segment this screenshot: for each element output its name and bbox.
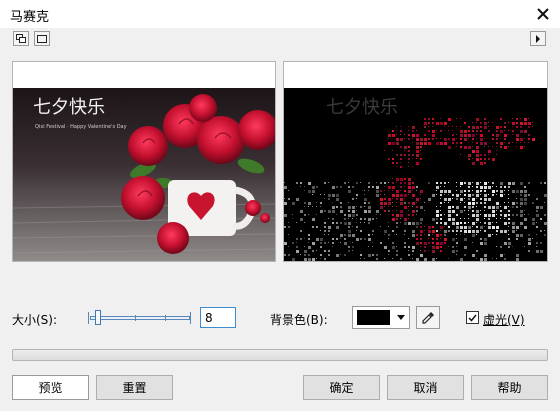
- eyedropper-icon: [422, 311, 434, 324]
- split-view-button[interactable]: [13, 31, 29, 46]
- chevron-down-icon[interactable]: [393, 308, 409, 327]
- slider-tick: [165, 315, 166, 321]
- title-bar: 马赛克: [0, 0, 560, 28]
- checkmark-icon: [468, 314, 477, 322]
- ok-button[interactable]: 确定: [303, 375, 380, 400]
- bg-color-label: 背景色(B):: [270, 313, 328, 327]
- progress-bar: [12, 349, 548, 361]
- vignette-checkbox[interactable]: [466, 311, 479, 324]
- reset-button[interactable]: 重置: [96, 375, 173, 400]
- bg-color-picker[interactable]: [352, 306, 410, 329]
- result-caption: 七夕快乐: [326, 97, 398, 118]
- slider-tick-max: [190, 312, 191, 324]
- original-subcaption: Qixi Festival · Happy Valentine's Day: [35, 124, 127, 130]
- single-view-icon: [37, 34, 47, 43]
- bg-color-swatch: [357, 310, 390, 325]
- original-caption: 七夕快乐: [33, 97, 105, 118]
- size-input[interactable]: [200, 307, 236, 328]
- slider-tick: [135, 315, 136, 321]
- split-view-icon: [16, 34, 26, 43]
- slider-tick-min: [88, 312, 89, 324]
- cancel-button[interactable]: 取消: [387, 375, 464, 400]
- expand-button[interactable]: [530, 31, 546, 46]
- size-slider[interactable]: [90, 316, 190, 320]
- size-slider-thumb[interactable]: [95, 310, 101, 325]
- size-label: 大小(S):: [12, 313, 58, 327]
- eyedropper-button[interactable]: [416, 306, 440, 329]
- original-image: 七夕快乐 Qixi Festival · Happy Valentine's D…: [13, 88, 275, 261]
- preview-button[interactable]: 预览: [12, 375, 89, 400]
- result-preview-panel: 七夕快乐: [283, 61, 548, 262]
- close-icon: [537, 8, 549, 20]
- vignette-label[interactable]: 虚光(V): [483, 311, 525, 328]
- single-view-button[interactable]: [34, 31, 50, 46]
- play-right-icon: [536, 34, 540, 43]
- mosaic-result-image: 七夕快乐: [284, 88, 547, 261]
- window-title: 马赛克: [10, 10, 50, 25]
- help-button[interactable]: 帮助: [471, 375, 548, 400]
- close-button[interactable]: [530, 2, 556, 26]
- original-preview-panel: 七夕快乐 Qixi Festival · Happy Valentine's D…: [12, 61, 276, 262]
